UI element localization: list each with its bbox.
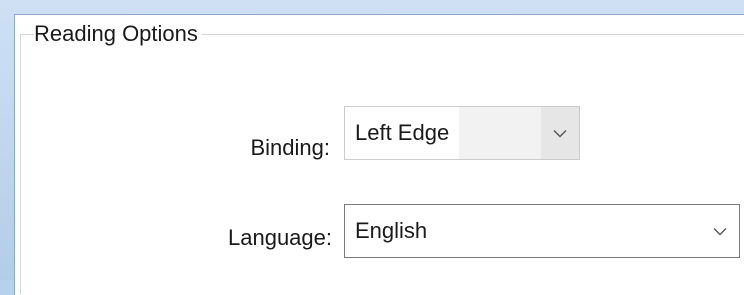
language-dropdown[interactable]: English — [344, 204, 740, 258]
binding-label: Binding: — [250, 135, 330, 160]
group-title: Reading Options — [34, 20, 202, 48]
language-selected-value: English — [355, 218, 428, 243]
chevron-down-icon — [553, 129, 567, 137]
language-dropdown-button[interactable] — [701, 205, 739, 257]
binding-selected-value: Left Edge — [345, 107, 460, 159]
group-border-left — [20, 34, 21, 294]
language-label: Language: — [228, 225, 332, 250]
binding-dropdown[interactable]: Left Edge — [344, 106, 580, 160]
chevron-down-icon — [713, 227, 727, 235]
binding-dropdown-button[interactable] — [541, 107, 579, 159]
